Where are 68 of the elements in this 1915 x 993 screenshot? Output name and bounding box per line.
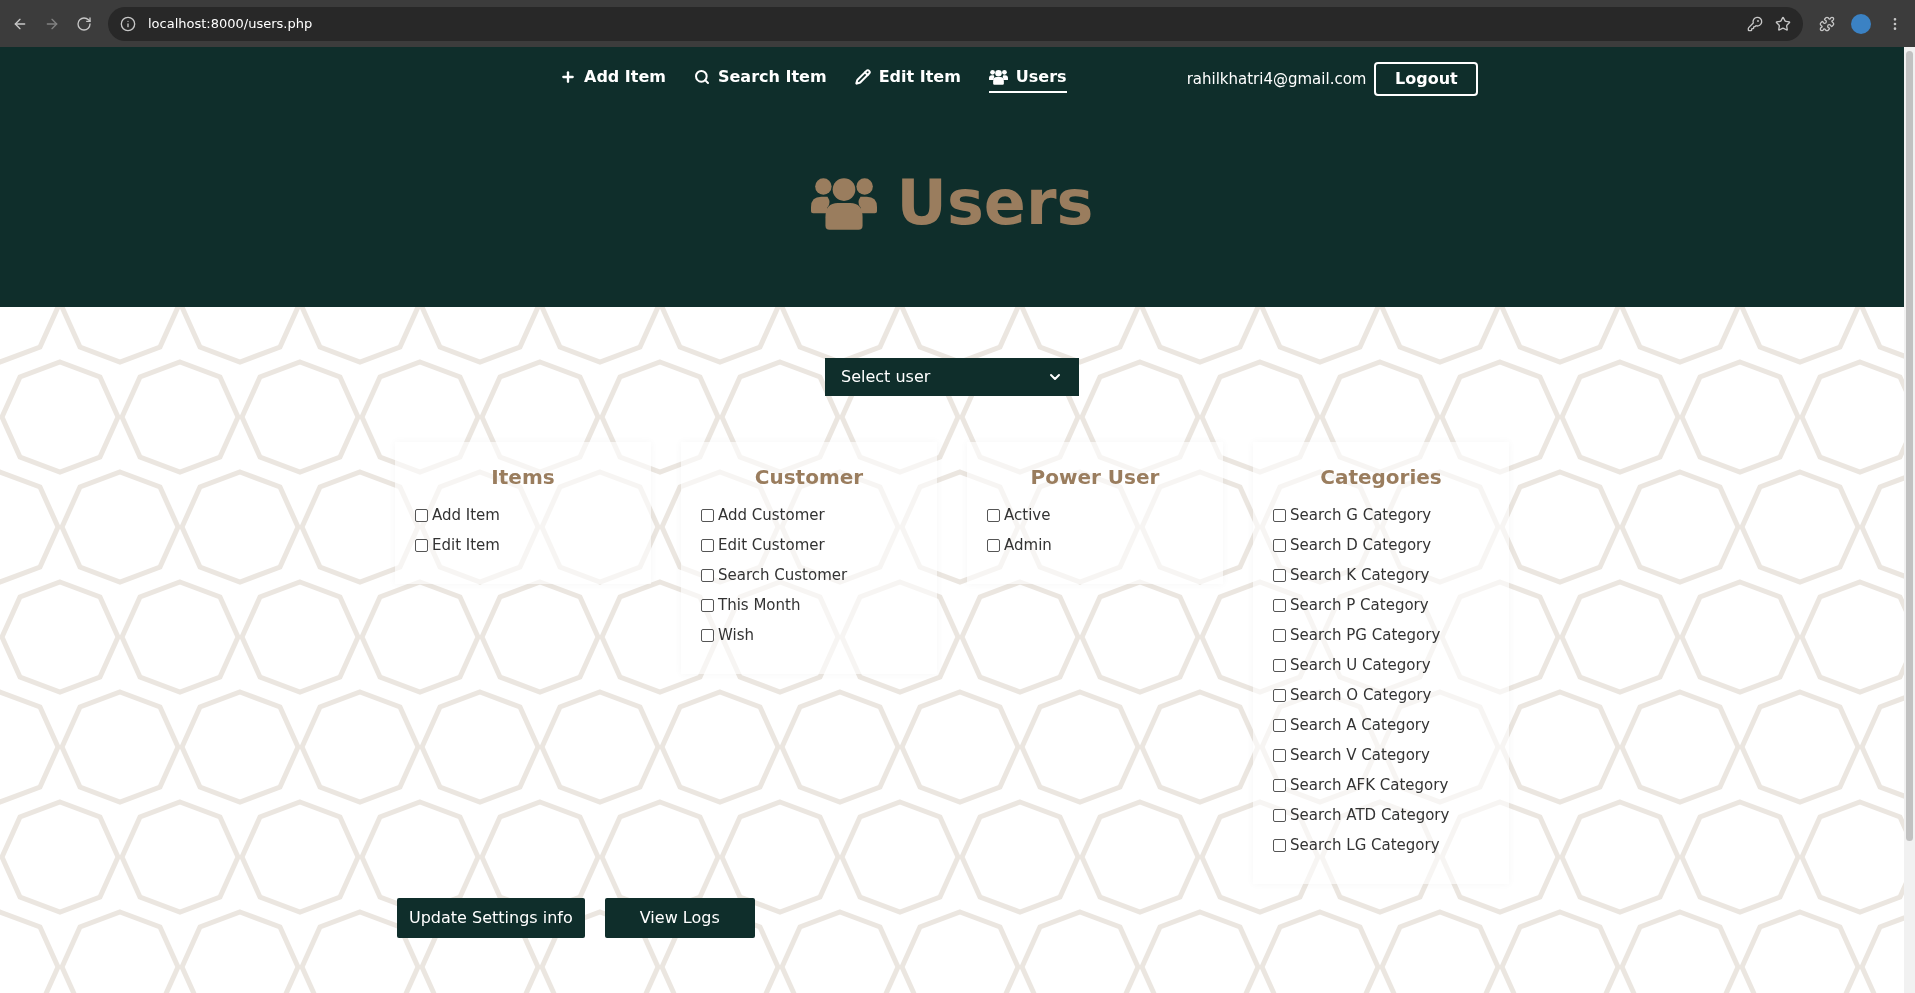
checkbox-label: Edit Item <box>432 534 500 556</box>
action-button[interactable]: Update Settings info <box>397 898 585 938</box>
nav-link[interactable]: Edit Item <box>854 65 961 93</box>
checkbox-label: This Month <box>718 594 801 616</box>
checkbox[interactable] <box>1273 748 1286 762</box>
checkbox-label: Search D Category <box>1290 534 1432 556</box>
card-title: Items <box>490 464 556 491</box>
checkbox[interactable] <box>987 508 1000 522</box>
checkbox-label: Search P Category <box>1290 594 1429 616</box>
checkbox-label: Add Customer <box>718 504 825 526</box>
checkbox-label: Admin <box>1004 534 1052 556</box>
checkbox[interactable] <box>1273 658 1286 672</box>
checkbox-label: Active <box>1004 504 1051 526</box>
checkbox[interactable] <box>701 538 714 552</box>
checkbox-label: Search PG Category <box>1290 624 1441 646</box>
nav-link[interactable]: Users <box>988 65 1067 93</box>
action-button[interactable]: View Logs <box>604 898 755 938</box>
card-title: Categories <box>1319 464 1443 491</box>
checkbox[interactable] <box>701 598 714 612</box>
checkbox-label: Search K Category <box>1290 564 1430 586</box>
checkbox[interactable] <box>701 568 714 582</box>
checkbox[interactable] <box>1273 568 1286 582</box>
reload-icon[interactable] <box>76 15 92 32</box>
checkbox-label: Search U Category <box>1290 654 1431 676</box>
checkbox[interactable] <box>701 508 714 522</box>
plus-icon <box>560 69 576 85</box>
nav-link[interactable]: Search Item <box>694 65 827 93</box>
checkbox-label: Search O Category <box>1290 684 1432 706</box>
checkbox[interactable] <box>1273 628 1286 642</box>
checkbox-label: Search ATD Category <box>1290 804 1450 826</box>
checkbox-label: Search G Category <box>1290 504 1432 526</box>
checkbox[interactable] <box>1273 508 1286 522</box>
scrollbar[interactable] <box>1904 47 1915 993</box>
user-email: rahilkhatri4@gmail.com <box>1186 68 1367 90</box>
info-icon[interactable] <box>120 15 136 32</box>
user-select[interactable]: Select user <box>825 358 1079 396</box>
nav-link[interactable]: Add Item <box>560 65 666 93</box>
search-icon <box>694 69 710 85</box>
checkbox-label: Search AFK Category <box>1290 774 1449 796</box>
pencil-icon <box>854 69 871 85</box>
checkbox[interactable] <box>1273 688 1286 702</box>
checkbox[interactable] <box>415 538 428 552</box>
checkbox[interactable] <box>1273 598 1286 612</box>
checkbox[interactable] <box>415 508 428 522</box>
profile-avatar[interactable] <box>1851 13 1871 34</box>
logout-button[interactable]: Logout <box>1374 62 1479 96</box>
checkbox[interactable] <box>987 538 1000 552</box>
checkbox-label: Search Customer <box>718 564 848 586</box>
key-icon[interactable] <box>1747 15 1763 32</box>
checkbox[interactable] <box>1273 838 1286 852</box>
checkbox-label: Wish <box>718 624 754 646</box>
checkbox[interactable] <box>1273 538 1286 552</box>
star-icon[interactable] <box>1775 15 1791 32</box>
checkbox[interactable] <box>701 628 714 642</box>
extensions-icon[interactable] <box>1819 15 1835 32</box>
checkbox-label: Search A Category <box>1290 714 1430 736</box>
checkbox[interactable] <box>1273 778 1286 792</box>
address-bar[interactable]: localhost:8000/users.php <box>108 6 1803 41</box>
page-title: Users <box>896 165 1094 241</box>
card-title: Customer <box>753 464 865 491</box>
checkbox-label: Search LG Category <box>1290 834 1440 856</box>
url-text: localhost:8000/users.php <box>148 14 313 33</box>
users-icon <box>988 69 1008 85</box>
checkbox[interactable] <box>1273 718 1286 732</box>
card-title: Power User <box>1029 464 1161 491</box>
checkbox-label: Add Item <box>432 504 500 526</box>
checkbox-label: Search V Category <box>1290 744 1430 766</box>
checkbox-label: Edit Customer <box>718 534 825 556</box>
